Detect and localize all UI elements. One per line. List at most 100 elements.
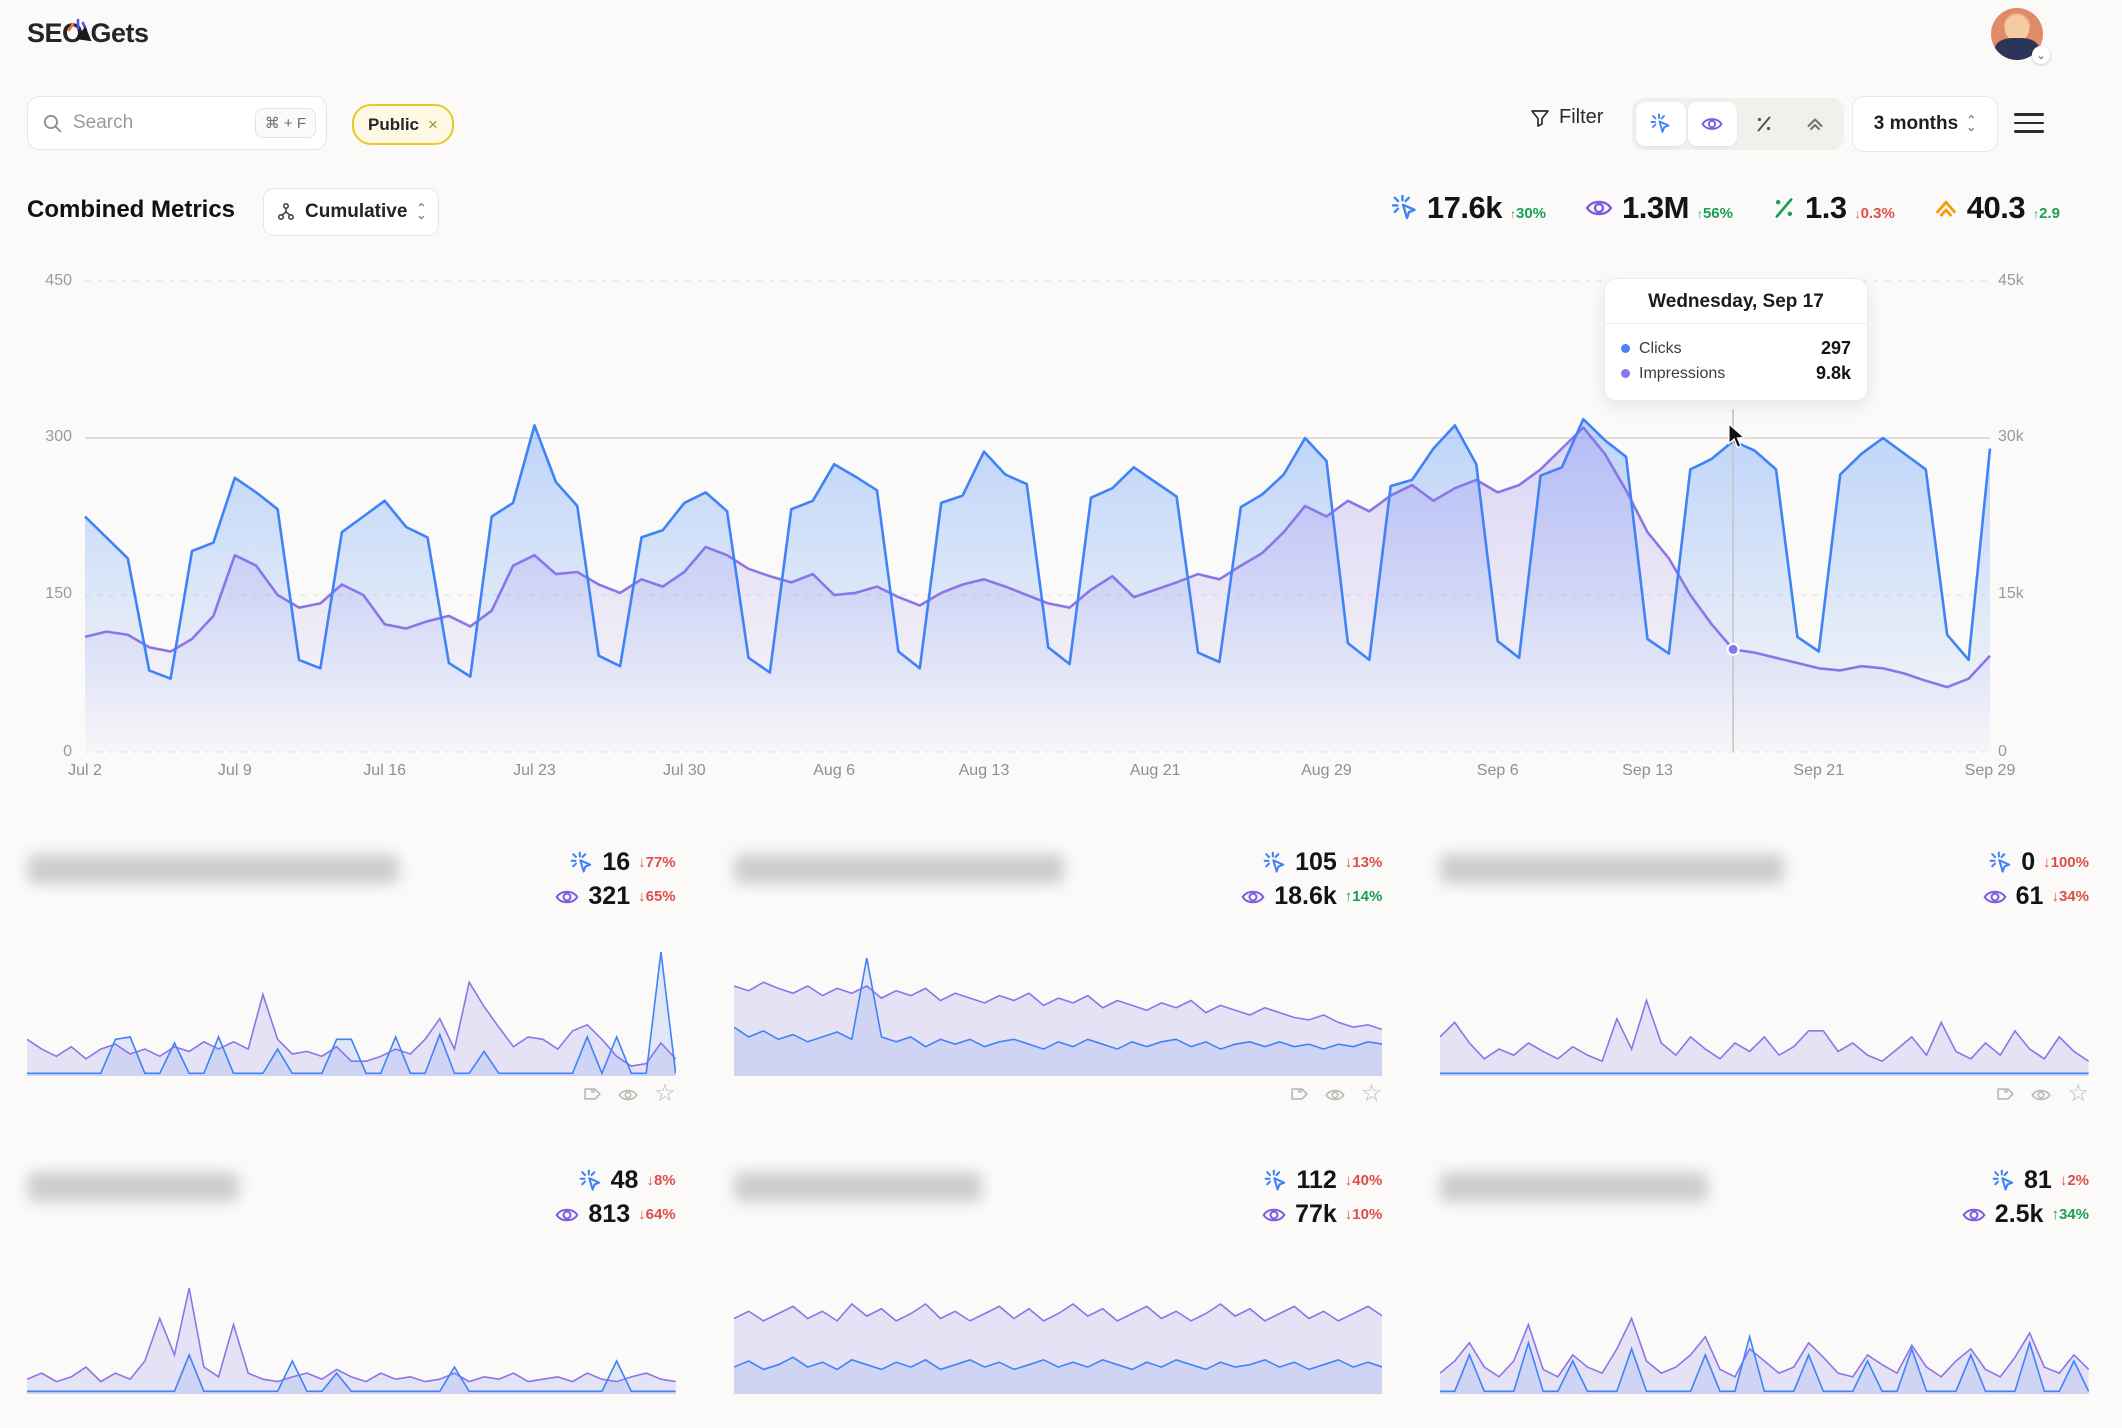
cumulative-icon bbox=[276, 202, 296, 222]
chart-tooltip: Wednesday, Sep 17 Clicks 297 Impressions… bbox=[1604, 278, 1868, 401]
card-clicks-metric: 16 ↓77% bbox=[570, 848, 675, 877]
tag-icon[interactable] bbox=[1287, 1084, 1309, 1106]
menu-button[interactable] bbox=[2014, 108, 2044, 138]
toggle-clicks[interactable] bbox=[1636, 102, 1686, 146]
impressions-eye-icon bbox=[1961, 1202, 1987, 1228]
chevron-updown-icon: ⌃⌄ bbox=[416, 205, 426, 219]
summary-clicks[interactable]: 17.6k ↑30% bbox=[1391, 190, 1546, 226]
sites-grid: 16 ↓77% 321 ↓65% ☆ bbox=[27, 848, 2089, 1428]
summary-impressions[interactable]: 1.3M ↑56% bbox=[1584, 190, 1733, 226]
site-card[interactable]: 0 ↓100% 61 ↓34% ☆ bbox=[1440, 848, 2089, 1110]
x-axis-tick: Jul 16 bbox=[363, 762, 406, 780]
y-axis-tick: 150 bbox=[20, 585, 72, 603]
impressions-total: 1.3M bbox=[1622, 190, 1689, 226]
y-axis-tick: 450 bbox=[20, 272, 72, 290]
eye-icon[interactable] bbox=[2029, 1084, 2053, 1106]
filter-tag-close-icon[interactable]: × bbox=[428, 115, 438, 135]
site-title-blurred bbox=[734, 854, 1064, 884]
y-axis-tick: 0 bbox=[1998, 743, 2058, 761]
card-clicks-metric: 0 ↓100% bbox=[1989, 848, 2089, 877]
avatar-chevron-down-icon[interactable]: ⌄ bbox=[2032, 46, 2050, 64]
site-title-blurred bbox=[734, 1172, 982, 1202]
x-axis-tick: Aug 29 bbox=[1301, 762, 1352, 780]
site-title-blurred bbox=[1440, 1172, 1708, 1202]
x-axis-tick: Sep 6 bbox=[1477, 762, 1519, 780]
y-axis-tick: 300 bbox=[20, 428, 72, 446]
site-card[interactable]: 105 ↓13% 18.6k ↑14% ☆ bbox=[734, 848, 1383, 1110]
clicks-icon bbox=[1989, 851, 2013, 875]
site-card[interactable]: 16 ↓77% 321 ↓65% ☆ bbox=[27, 848, 676, 1110]
search-placeholder: Search bbox=[73, 112, 255, 134]
card-impressions-metric: 813 ↓64% bbox=[554, 1200, 675, 1229]
tooltip-date: Wednesday, Sep 17 bbox=[1605, 279, 1867, 324]
y-axis-tick: 15k bbox=[1998, 585, 2058, 603]
site-title-blurred bbox=[1440, 854, 1784, 884]
filter-tag-public[interactable]: Public × bbox=[352, 104, 454, 145]
star-icon[interactable]: ☆ bbox=[2067, 1084, 2089, 1106]
clicks-icon bbox=[1992, 1169, 2016, 1193]
logo-text-gets: Gets bbox=[91, 18, 149, 49]
card-impressions-metric: 321 ↓65% bbox=[554, 882, 675, 911]
impressions-eye-icon bbox=[1584, 193, 1614, 223]
clicks-icon bbox=[570, 851, 594, 875]
card-clicks-metric: 105 ↓13% bbox=[1263, 848, 1382, 877]
position-total: 40.3 bbox=[1967, 190, 2025, 226]
card-impressions-metric: 2.5k ↑34% bbox=[1961, 1200, 2089, 1229]
summary-ctr[interactable]: 1.3 ↓0.3% bbox=[1771, 190, 1895, 226]
card-actions: ☆ bbox=[1440, 1084, 2089, 1106]
app-logo[interactable]: SEO Gets bbox=[27, 18, 149, 49]
toggle-ctr[interactable] bbox=[1739, 102, 1789, 146]
eye-icon[interactable] bbox=[1323, 1084, 1347, 1106]
mini-chart bbox=[27, 944, 676, 1076]
tag-icon[interactable] bbox=[1993, 1084, 2015, 1106]
clicks-icon bbox=[1264, 1169, 1288, 1193]
card-clicks-metric: 112 ↓40% bbox=[1264, 1166, 1382, 1195]
toggle-position[interactable] bbox=[1791, 102, 1841, 146]
tag-icon[interactable] bbox=[580, 1084, 602, 1106]
search-input[interactable]: Search ⌘ + F bbox=[27, 96, 327, 150]
clicks-change: 30% bbox=[1516, 205, 1546, 222]
y-axis-tick: 0 bbox=[20, 743, 72, 761]
mini-chart bbox=[1440, 1262, 2089, 1394]
site-card[interactable]: 81 ↓2% 2.5k ↑34% bbox=[1440, 1166, 2089, 1428]
ctr-percent-icon bbox=[1771, 195, 1797, 221]
mini-chart bbox=[1440, 944, 2089, 1076]
card-actions: ☆ bbox=[734, 1084, 1383, 1106]
card-clicks-metric: 48 ↓8% bbox=[579, 1166, 676, 1195]
tooltip-impressions-row: Impressions 9.8k bbox=[1621, 363, 1851, 384]
clicks-icon bbox=[1263, 851, 1287, 875]
x-axis-tick: Jul 23 bbox=[513, 762, 556, 780]
site-card[interactable]: 112 ↓40% 77k ↓10% bbox=[734, 1166, 1383, 1428]
chart-mode-select[interactable]: Cumulative ⌃⌄ bbox=[263, 188, 439, 236]
mouse-pointer-icon bbox=[1727, 424, 1749, 455]
position-change: 2.9 bbox=[2039, 205, 2060, 222]
mini-chart bbox=[734, 1262, 1383, 1394]
x-axis-tick: Sep 21 bbox=[1793, 762, 1844, 780]
x-axis-tick: Aug 13 bbox=[959, 762, 1010, 780]
ctr-total: 1.3 bbox=[1805, 190, 1847, 226]
position-icon bbox=[1933, 195, 1959, 221]
filter-button[interactable]: Filter bbox=[1530, 106, 1603, 129]
x-axis-tick: Aug 21 bbox=[1130, 762, 1181, 780]
mini-chart bbox=[734, 944, 1383, 1076]
clicks-icon bbox=[1391, 194, 1419, 222]
search-icon bbox=[42, 113, 63, 134]
card-clicks-metric: 81 ↓2% bbox=[1992, 1166, 2089, 1195]
x-axis-tick: Aug 6 bbox=[813, 762, 855, 780]
card-actions: ☆ bbox=[27, 1084, 676, 1106]
x-axis-tick: Jul 30 bbox=[663, 762, 706, 780]
toggle-impressions[interactable] bbox=[1688, 102, 1738, 146]
site-card[interactable]: 48 ↓8% 813 ↓64% bbox=[27, 1166, 676, 1428]
clicks-dot bbox=[1621, 344, 1630, 353]
star-icon[interactable]: ☆ bbox=[654, 1084, 676, 1106]
card-impressions-metric: 18.6k ↑14% bbox=[1240, 882, 1382, 911]
eye-icon[interactable] bbox=[616, 1084, 640, 1106]
y-axis-tick: 30k bbox=[1998, 428, 2058, 446]
tooltip-impressions-label: Impressions bbox=[1639, 365, 1725, 383]
date-range-select[interactable]: 3 months ⌃⌄ bbox=[1852, 96, 1998, 152]
search-shortcut-badge: ⌘ + F bbox=[255, 108, 316, 138]
star-icon[interactable]: ☆ bbox=[1361, 1084, 1383, 1106]
card-impressions-metric: 77k ↓10% bbox=[1261, 1200, 1382, 1229]
summary-position[interactable]: 40.3 ↑2.9 bbox=[1933, 190, 2060, 226]
funnel-icon bbox=[1530, 108, 1550, 128]
